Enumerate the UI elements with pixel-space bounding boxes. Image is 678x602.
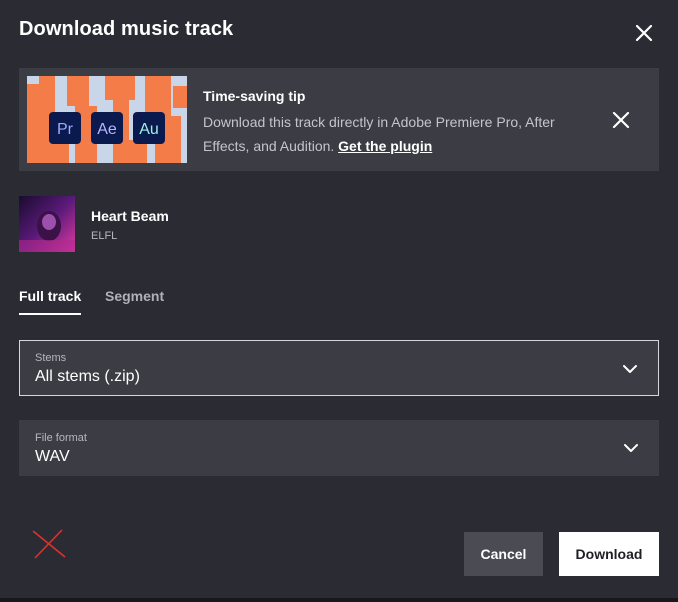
badge-pr: Pr bbox=[57, 121, 74, 138]
get-plugin-link[interactable]: Get the plugin bbox=[338, 138, 432, 154]
badge-au: Au bbox=[139, 121, 159, 138]
file-format-select[interactable]: File format WAV bbox=[19, 420, 659, 476]
download-dialog: Download music track Pr Ae Au Time-savin… bbox=[0, 0, 678, 598]
red-x-mark-icon bbox=[32, 529, 66, 559]
track-artwork bbox=[19, 196, 75, 252]
cancel-button[interactable]: Cancel bbox=[464, 532, 543, 576]
stems-label: Stems bbox=[35, 352, 67, 364]
tab-segment[interactable]: Segment bbox=[105, 288, 164, 304]
download-button[interactable]: Download bbox=[559, 532, 659, 576]
premiere-pro-icon: Pr bbox=[49, 112, 81, 144]
chevron-down-icon bbox=[623, 365, 637, 373]
after-effects-icon: Ae bbox=[91, 112, 123, 144]
track-title: Heart Beam bbox=[91, 208, 169, 224]
chevron-down-icon bbox=[624, 444, 638, 452]
active-tab-indicator bbox=[19, 313, 81, 315]
stems-value: All stems (.zip) bbox=[35, 368, 140, 385]
track-artist: ELFL bbox=[91, 230, 118, 242]
close-icon[interactable] bbox=[632, 21, 656, 45]
audition-icon: Au bbox=[133, 112, 165, 144]
dialog-title: Download music track bbox=[19, 18, 234, 40]
file-format-value: WAV bbox=[35, 448, 70, 465]
background-strip bbox=[0, 598, 678, 602]
stems-select[interactable]: Stems All stems (.zip) bbox=[19, 340, 659, 396]
tip-heading: Time-saving tip bbox=[203, 88, 306, 104]
tab-full-track[interactable]: Full track bbox=[19, 288, 81, 304]
file-format-label: File format bbox=[35, 432, 87, 444]
tip-banner: Pr Ae Au Time-saving tip Download this t… bbox=[19, 68, 659, 171]
tip-body: Download this track directly in Adobe Pr… bbox=[203, 110, 583, 158]
plugin-promo-image: Pr Ae Au bbox=[27, 76, 187, 163]
dismiss-tip-icon[interactable] bbox=[609, 108, 633, 132]
badge-ae: Ae bbox=[97, 121, 117, 138]
